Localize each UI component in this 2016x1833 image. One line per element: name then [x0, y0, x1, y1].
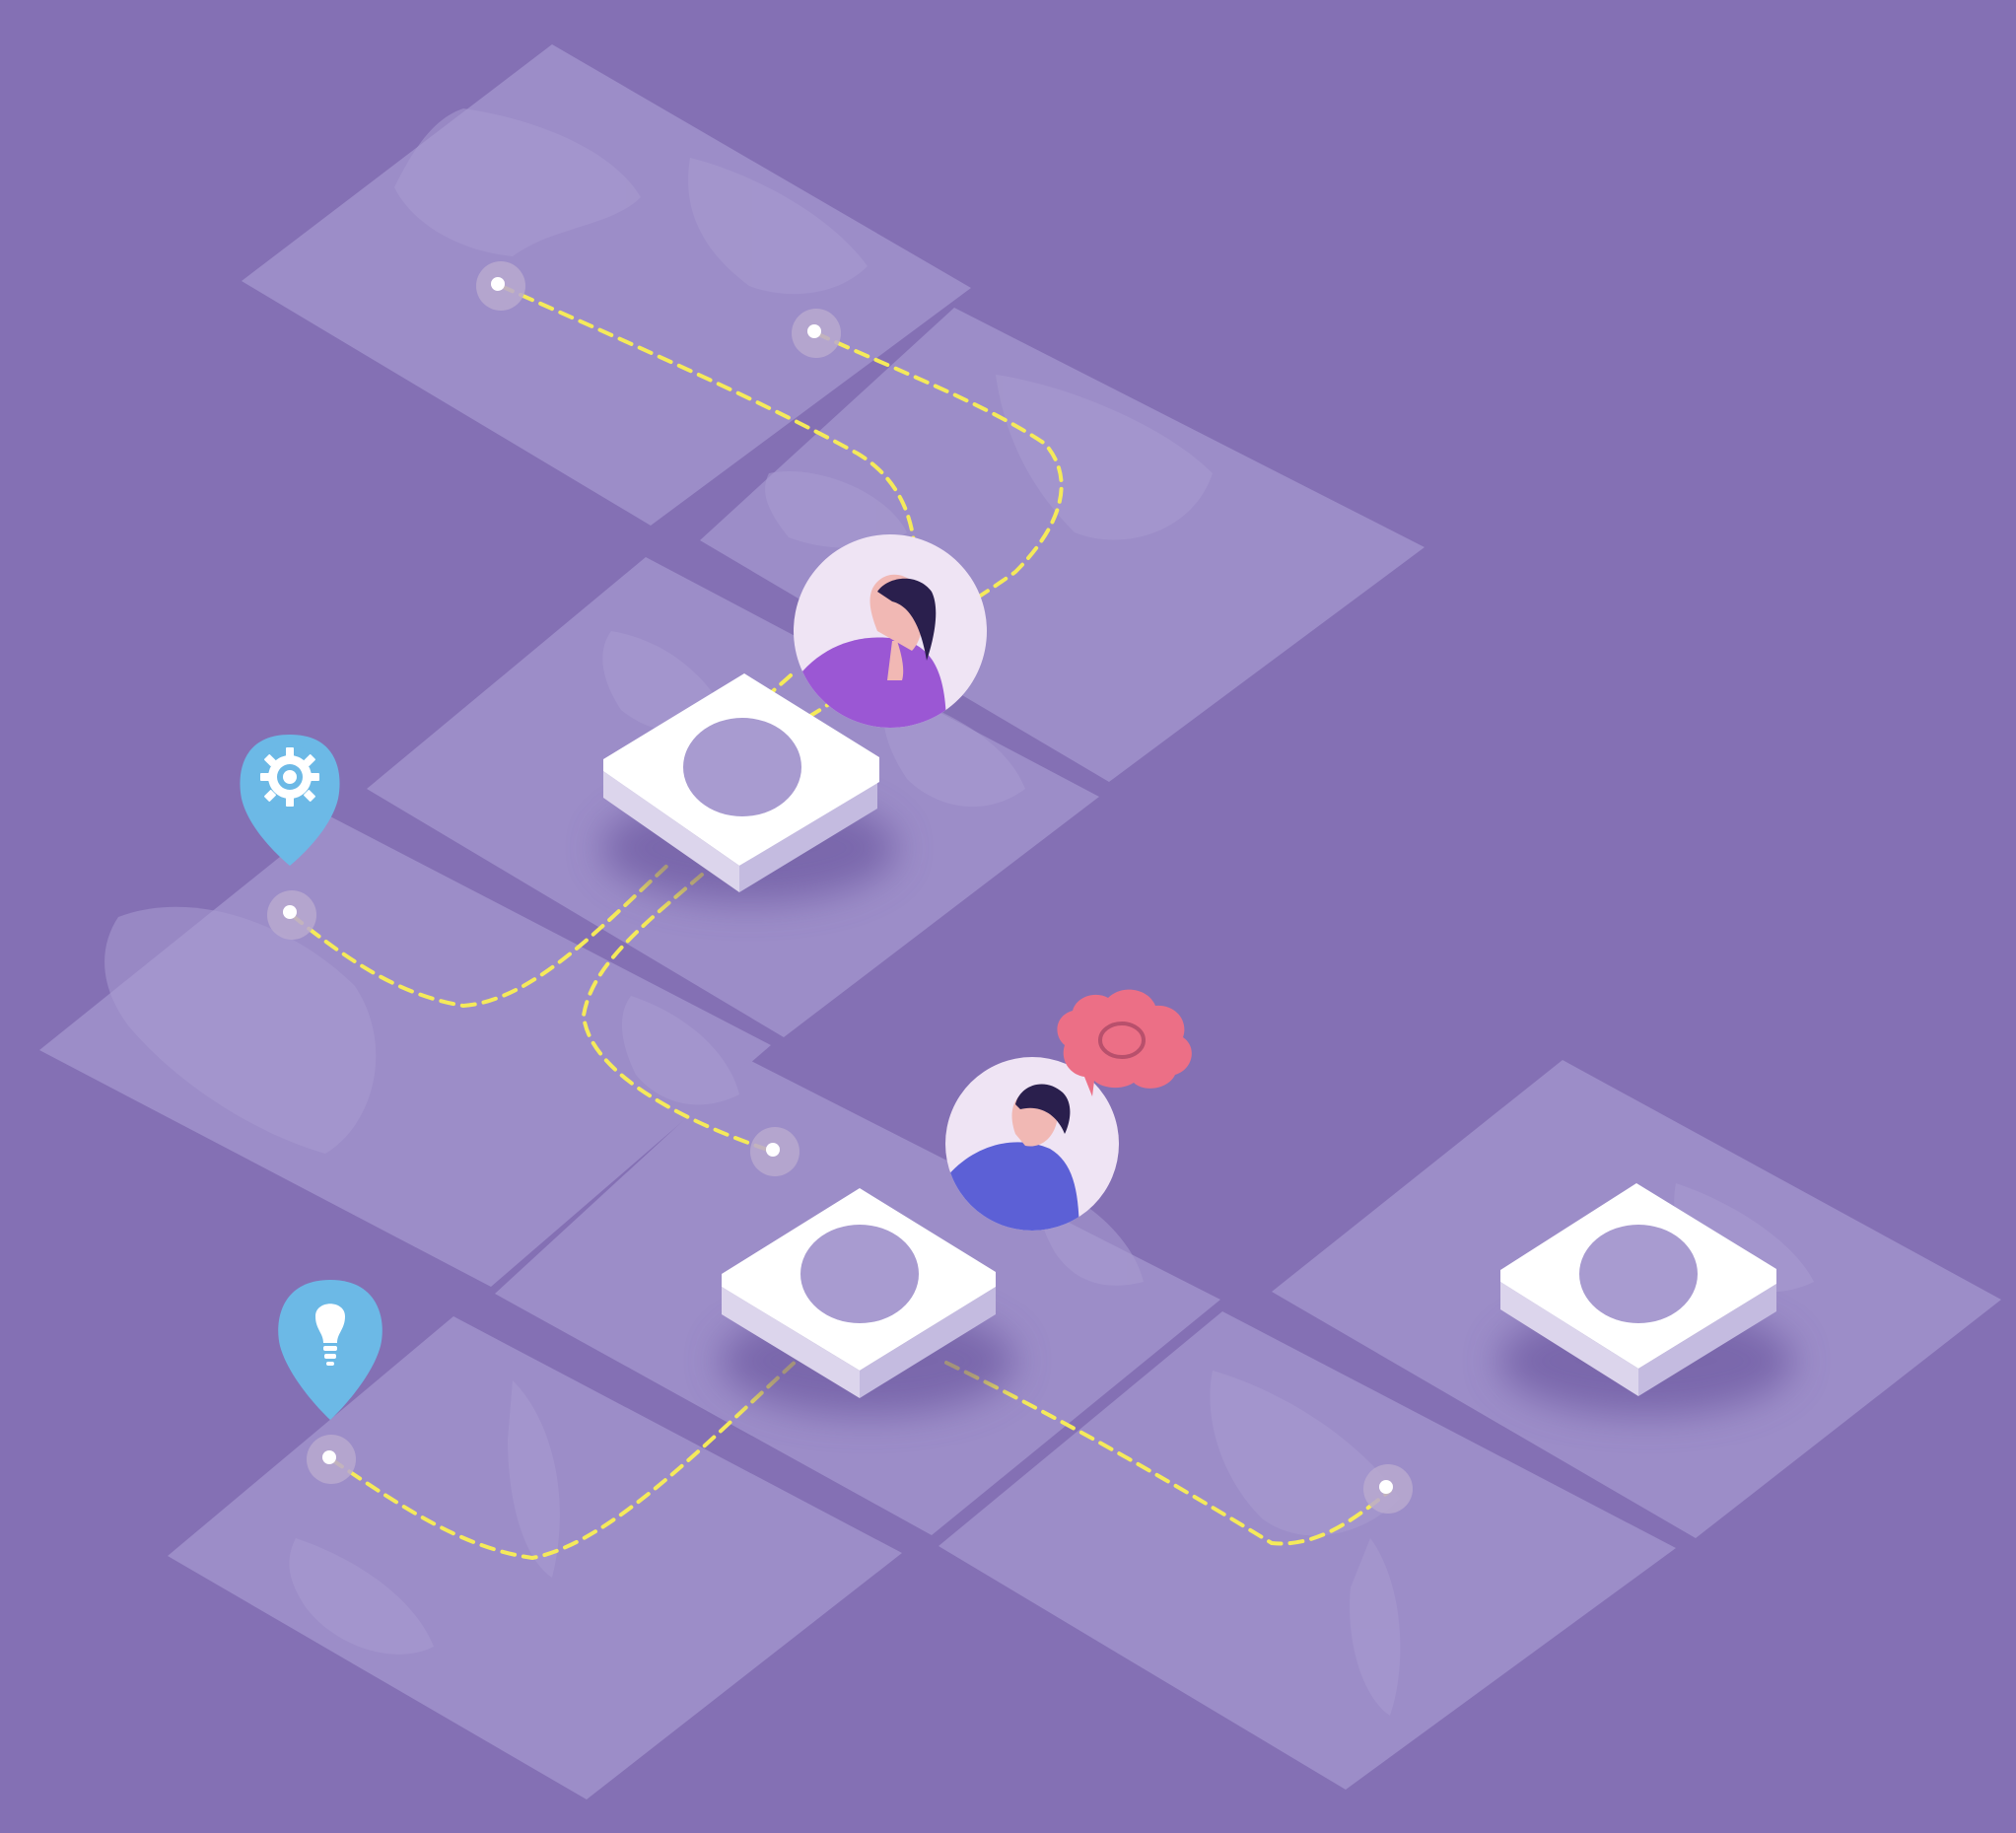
- node-hole: [1579, 1225, 1698, 1323]
- isometric-world-map-illustration: [0, 0, 2016, 1833]
- node-hole: [683, 718, 801, 816]
- location-dot: [750, 1127, 799, 1176]
- location-dot: [1363, 1464, 1413, 1514]
- location-dot: [792, 309, 841, 358]
- location-dot: [307, 1435, 356, 1484]
- location-dot: [476, 261, 525, 311]
- scene-canvas: [0, 0, 2016, 1833]
- node-hole: [800, 1225, 919, 1323]
- location-dot: [267, 890, 316, 940]
